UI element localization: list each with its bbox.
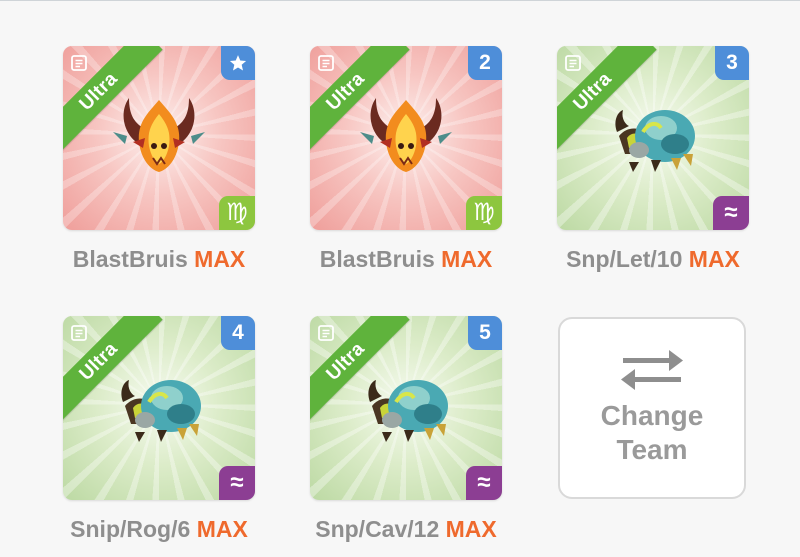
note-icon[interactable] — [318, 324, 334, 341]
monster-card[interactable]: Ultra 5 ≈ — [310, 316, 502, 500]
monster-card[interactable]: Ultra 4 ≈ — [63, 316, 255, 500]
blastbruis-monster-image — [113, 98, 205, 172]
max-level-tag: MAX — [196, 516, 248, 542]
water-element-icon: ≈ — [466, 466, 502, 500]
monster-name-label: Snip/Rog/6 MAX — [39, 516, 279, 543]
team-slot-3: Ultra 3 ≈ Snp/Let/10 MAX — [557, 46, 749, 273]
note-icon[interactable] — [565, 54, 581, 71]
water-element-icon: ≈ — [713, 196, 749, 230]
team-slot-5: Ultra 5 ≈ Snp/Cav/12 MAX — [310, 316, 502, 543]
virgo-element-icon: ♍ — [219, 196, 255, 230]
monster-name: Snp/Cav/12 — [315, 516, 440, 542]
monster-name: Snip/Rog/6 — [70, 516, 191, 542]
note-icon[interactable] — [71, 324, 87, 341]
slot-number-badge: 5 — [468, 316, 502, 350]
team-slot-1: Ultra ♍ BlastBruis MAX — [63, 46, 255, 273]
snipper-monster-image — [615, 110, 695, 172]
monster-card[interactable]: Ultra 2 ♍ — [310, 46, 502, 230]
monster-name-label: Snp/Let/10 MAX — [533, 246, 773, 273]
swap-arrows-icon — [621, 350, 683, 390]
max-level-tag: MAX — [445, 516, 497, 542]
team-slot-4: Ultra 4 ≈ Snip/Rog/6 MAX — [63, 316, 255, 543]
slot-number-badge: 4 — [221, 316, 255, 350]
team-slot-2: Ultra 2 ♍ BlastBruis MAX — [310, 46, 502, 273]
slot-number-badge: 3 — [715, 46, 749, 80]
change-team-label-line1: Change — [600, 400, 704, 431]
monster-name-label: Snp/Cav/12 MAX — [286, 516, 526, 543]
monster-name: BlastBruis — [72, 246, 188, 272]
star-icon — [229, 55, 247, 71]
monster-name: Snp/Let/10 — [566, 246, 683, 272]
slot-number-badge: 2 — [468, 46, 502, 80]
max-level-tag: MAX — [194, 246, 246, 272]
monster-name-label: BlastBruis MAX — [286, 246, 526, 273]
monster-card[interactable]: Ultra ♍ — [63, 46, 255, 230]
note-icon[interactable] — [318, 54, 334, 71]
change-team-button[interactable]: Change Team — [558, 317, 746, 499]
monster-card[interactable]: Ultra 3 ≈ — [557, 46, 749, 230]
blastbruis-monster-image — [360, 98, 452, 172]
snipper-monster-image — [121, 380, 201, 442]
max-level-tag: MAX — [441, 246, 493, 272]
max-level-tag: MAX — [688, 246, 740, 272]
monster-name-label: BlastBruis MAX — [39, 246, 279, 273]
note-icon[interactable] — [71, 54, 87, 71]
snipper-monster-image — [368, 380, 448, 442]
water-element-icon: ≈ — [219, 466, 255, 500]
change-team-label-line2: Team — [616, 434, 688, 465]
leader-star-badge — [221, 46, 255, 80]
virgo-element-icon: ♍ — [466, 196, 502, 230]
monster-name: BlastBruis — [319, 246, 435, 272]
team-screen: Ultra ♍ BlastBruis MAX Ultra 2 ♍ BlastBr… — [0, 0, 800, 557]
